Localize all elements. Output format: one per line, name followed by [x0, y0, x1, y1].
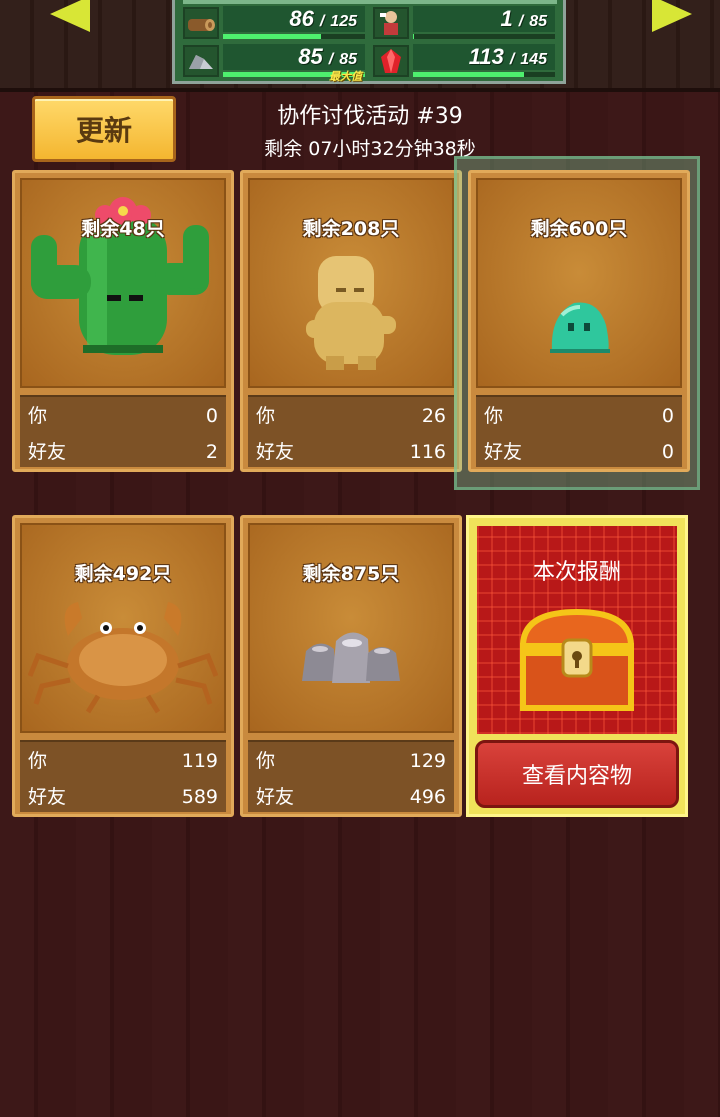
max-tag: 最大值: [329, 70, 362, 83]
card-stats: 你0 好友 0: [476, 395, 682, 467]
stat-label-friends: 好友: [256, 786, 295, 808]
resource-gem-value: 113/145: [413, 44, 555, 70]
stat-value-you: 119: [181, 750, 218, 772]
resource-wood-value: 86/125: [223, 6, 365, 32]
resource-worker-bar-fill: [413, 34, 415, 39]
stat-row-you: 你 119: [28, 746, 218, 776]
remaining-count: 剩余600只: [530, 218, 628, 240]
stat-row-friends: 好友 2: [28, 437, 218, 467]
rock-monster-icon: [250, 581, 452, 731]
resource-panel: 86/125 1/85 85/85 113/145 最大值: [172, 0, 566, 84]
remaining-count: 剩余208只: [302, 218, 400, 240]
card-art: 剩余600只: [476, 178, 682, 388]
remaining-count: 剩余875只: [302, 563, 400, 585]
event-title: 协作讨伐活动 #39: [277, 104, 463, 129]
crab-monster-icon: [22, 581, 224, 731]
resource-gem: 113/145: [369, 42, 559, 80]
monster-card-rocks[interactable]: 剩余875只 你 129 好友 496: [240, 515, 462, 817]
refresh-button[interactable]: 更新: [32, 96, 176, 162]
monster-card-crab[interactable]: 剩余492只 你 119 好友 589: [12, 515, 234, 817]
remaining-count: 剩余48只: [81, 218, 165, 240]
stat-label-you: 你: [484, 405, 504, 427]
view-contents-button[interactable]: 查看内容物: [475, 740, 679, 808]
stat-label-friends: 好友: [28, 786, 67, 808]
arrow-left-icon[interactable]: [50, 0, 90, 32]
stat-row-you: 你 26: [256, 401, 446, 431]
stat-label-friends: 好友: [256, 441, 295, 463]
card-stats: 你 26 好友 116: [248, 395, 454, 467]
red-gem-icon: [373, 45, 409, 77]
card-art: 剩余875只: [248, 523, 454, 733]
resource-wood: 86/125: [179, 4, 369, 42]
ginger-monster-icon: [250, 236, 452, 386]
ore-stone-icon: [183, 45, 219, 77]
arrow-right-icon[interactable]: [652, 0, 692, 32]
resource-worker-value: 1/85: [413, 6, 555, 32]
resource-wood-bar-fill: [223, 34, 321, 39]
resource-worker-bar: [413, 34, 555, 39]
treasure-chest-icon: [517, 606, 637, 718]
monster-card-cactus[interactable]: 剩余48只 你0 好友 2: [12, 170, 234, 472]
card-art: 剩余492只: [20, 523, 226, 733]
stat-value-you: 129: [409, 750, 446, 772]
slime-monster-icon: [478, 270, 680, 380]
reward-title: 本次报酬: [532, 560, 621, 585]
stat-value-friends: 2: [205, 441, 218, 463]
resource-gem-bar: [413, 72, 555, 77]
card-stats: 你 119 好友 589: [20, 740, 226, 812]
stat-row-you: 你0: [484, 401, 674, 431]
card-stats: 你 129 好友 496: [248, 740, 454, 812]
card-stats: 你0 好友 2: [20, 395, 226, 467]
stat-value-friends: 496: [409, 786, 446, 808]
stat-label-friends: 好友: [484, 441, 523, 463]
remaining-count: 剩余492只: [74, 563, 172, 585]
stat-row-you: 你0: [28, 401, 218, 431]
stat-label-friends: 好友: [28, 441, 67, 463]
stat-value-friends: 589: [181, 786, 218, 808]
worker-icon: [373, 7, 409, 39]
stat-row-friends: 好友 0: [484, 437, 674, 467]
stat-row-you: 你 129: [256, 746, 446, 776]
stat-value-you: 26: [421, 405, 446, 427]
resource-gem-bar-fill: [413, 72, 524, 77]
stat-label-you: 你: [28, 750, 48, 772]
stat-value-you: 0: [205, 405, 218, 427]
monster-card-slime[interactable]: 剩余600只 你0 好友 0: [468, 170, 690, 472]
reward-art: 本次报酬: [477, 526, 677, 734]
card-art: 剩余208只: [248, 178, 454, 388]
stat-row-friends: 好友 116: [256, 437, 446, 467]
stat-value-friends: 0: [661, 441, 674, 463]
resource-ore-value: 85/85: [223, 44, 365, 70]
stat-row-friends: 好友 496: [256, 782, 446, 812]
stat-row-friends: 好友 589: [28, 782, 218, 812]
game-screen: { "resources": [ {"icon":"wood-log-icon"…: [0, 0, 720, 1117]
reward-card[interactable]: 本次报酬 查看内容物: [466, 515, 688, 817]
card-art: 剩余48只: [20, 178, 226, 388]
stat-value-you: 0: [661, 405, 674, 427]
resource-worker: 1/85: [369, 4, 559, 42]
resource-wood-bar: [223, 34, 365, 39]
stat-label-you: 你: [256, 750, 276, 772]
wood-log-icon: [183, 7, 219, 39]
monster-card-ginger[interactable]: 剩余208只 你 26 好友 116: [240, 170, 462, 472]
stat-label-you: 你: [28, 405, 48, 427]
stat-label-you: 你: [256, 405, 276, 427]
stat-value-friends: 116: [409, 441, 446, 463]
